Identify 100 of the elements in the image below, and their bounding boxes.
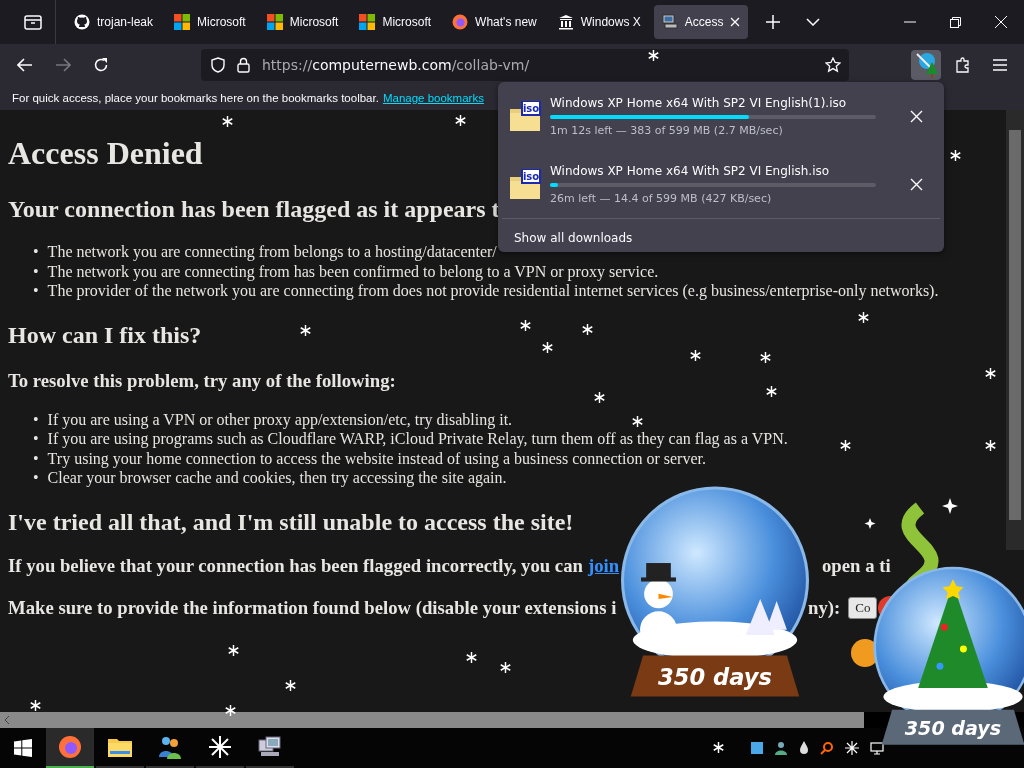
file-name[interactable]: Windows XP Home x64 With SP2 VI English.iso xyxy=(550,163,876,178)
fix-item: If you are using programs such as Cloudflare WARP, iCloud Private Relay, turn them off as they can flag as a VPN. xyxy=(47,429,788,449)
info-text-fragment: ny): xyxy=(808,596,841,619)
snowflake-icon xyxy=(985,440,996,451)
snowflake-icon xyxy=(500,662,511,673)
vertical-scrollbar[interactable] xyxy=(1006,110,1024,550)
snowflake-icon xyxy=(632,416,643,427)
browser-tab[interactable]: Microsoft xyxy=(166,5,254,39)
reason-item: The provider of the network you are connecting from does not provide residential internet services (e.g business/enterprise-only networks). xyxy=(47,281,939,301)
list-bullet: • xyxy=(33,242,39,262)
manage-bookmarks-link[interactable]: Manage bookmarks xyxy=(382,92,484,104)
copy-button[interactable]: Co xyxy=(848,596,878,619)
browser-tab[interactable]: Microsoft xyxy=(258,5,347,39)
folder-icon xyxy=(108,737,132,757)
close-icon[interactable] xyxy=(995,16,1007,28)
museum-icon xyxy=(557,14,574,30)
contact-text: If you believe that your connection has been flagged incorrectly, you can xyxy=(8,554,583,577)
close-tab-icon[interactable] xyxy=(730,17,741,27)
windows-start-icon[interactable] xyxy=(14,739,32,757)
asterisk-icon xyxy=(208,735,232,759)
tab-groups-icon[interactable] xyxy=(24,14,42,30)
list-bullet: • xyxy=(33,409,39,429)
microsoft-logo-icon xyxy=(359,14,376,30)
person-icon[interactable] xyxy=(774,741,788,755)
snowflake-icon xyxy=(648,50,659,61)
page-title: Access Denied xyxy=(8,135,203,172)
snowflake-icon xyxy=(520,320,531,331)
puzzle-piece-icon[interactable] xyxy=(955,57,971,73)
address-bar[interactable]: https://computernewb.com/collab-vm/ xyxy=(201,49,849,81)
chevron-down-icon[interactable] xyxy=(806,18,821,26)
snowflake-icon xyxy=(582,324,593,335)
snowflake-icon xyxy=(950,150,961,161)
cancel-icon[interactable] xyxy=(910,177,923,191)
snowflake-icon xyxy=(466,652,477,663)
list-bullet: • xyxy=(33,429,39,449)
snowflake-icon xyxy=(300,325,311,336)
subheading: To resolve this problem, try any of the following: xyxy=(8,369,396,392)
browser-tab[interactable]: Access xyxy=(653,5,749,39)
iso-label: iso xyxy=(522,103,540,114)
new-tab-icon[interactable] xyxy=(766,15,781,29)
snowflake-icon xyxy=(766,386,777,397)
snowflake-icon xyxy=(222,116,233,127)
section-heading: I've tried all that, and I'm still unable to access the site! xyxy=(8,507,574,536)
snowflake-icon xyxy=(30,700,41,711)
horizontal-scrollbar[interactable] xyxy=(0,712,864,728)
asterisk-icon[interactable] xyxy=(845,741,859,755)
droplet-icon[interactable] xyxy=(799,741,809,755)
browser-tab[interactable]: trojan-leak xyxy=(66,5,162,39)
github-icon xyxy=(74,14,90,30)
fix-item: Try using your home connection to access the website instead of using a business connection or server. xyxy=(47,448,706,468)
forward-arrow-icon[interactable] xyxy=(55,58,71,72)
globe-with-tree-icon xyxy=(913,50,939,80)
file-name[interactable]: Windows XP Home x64 With SP2 VI English(1).iso xyxy=(550,95,876,110)
microsoft-logo-icon xyxy=(174,14,191,30)
snowflake-icon xyxy=(840,440,851,451)
list-bullet: • xyxy=(33,261,39,281)
menu-icon[interactable] xyxy=(993,59,1007,71)
cancel-icon[interactable] xyxy=(910,109,923,123)
contact-text-fragment: open a ti xyxy=(822,554,891,577)
browser-tab[interactable]: What's new xyxy=(444,5,545,39)
list-bullet: • xyxy=(33,281,39,301)
reason-item: The network you are connecting from has been confirmed to belong to a VPN or proxy service. xyxy=(47,261,659,281)
firefox-taskbar-button[interactable] xyxy=(46,728,94,768)
info-text: Make sure to provide the information found below (disable your extensions i xyxy=(8,596,617,619)
monitor-icon[interactable] xyxy=(870,741,884,755)
fix-item: Clear your browser cache and cookies, then try accessing the site again. xyxy=(47,468,507,488)
bookmark-star-icon[interactable] xyxy=(825,57,841,73)
snowflake-icon xyxy=(713,742,724,753)
restore-icon[interactable] xyxy=(950,16,961,28)
url-text: https://computernewb.com/collab-vm/ xyxy=(262,57,530,73)
scroll-left-icon[interactable] xyxy=(4,716,10,724)
snowflake-icon xyxy=(690,350,701,361)
snowflake-icon xyxy=(542,342,553,353)
lock-icon[interactable] xyxy=(237,57,250,73)
magnifier-icon[interactable] xyxy=(820,741,834,755)
downloads-button[interactable] xyxy=(911,50,941,80)
browser-tab[interactable]: Microsoft xyxy=(351,5,440,39)
snowflake-icon xyxy=(985,368,996,379)
list-bullet: • xyxy=(33,468,39,488)
iso-label: iso xyxy=(522,171,540,182)
people-icon xyxy=(157,735,183,759)
shield-icon[interactable] xyxy=(211,57,225,73)
snowflake-icon xyxy=(455,115,466,126)
fix-item: If you are using a VPN or other proxy app/extension/etc, try disabling it. xyxy=(47,409,513,429)
download-status: 26m left — 14.4 of 599 MB (427 KB/sec) xyxy=(550,191,773,205)
firefox-icon xyxy=(452,14,469,30)
snowflake-icon xyxy=(858,312,869,323)
reload-icon[interactable] xyxy=(93,57,109,73)
back-arrow-icon[interactable] xyxy=(17,58,33,72)
section-heading: Your connection has been flagged as it appears t xyxy=(8,195,500,223)
download-status: 1m 12s left — 383 of 599 MB (2.7 MB/sec) xyxy=(550,123,784,137)
show-all-downloads-link[interactable]: Show all downloads xyxy=(506,231,633,245)
browser-tab[interactable]: Windows X xyxy=(549,5,649,39)
join-link[interactable]: join xyxy=(587,554,620,577)
list-bullet: • xyxy=(33,448,39,468)
scrollbar-thumb[interactable] xyxy=(1009,130,1021,520)
bookmarks-hint: For quick access, place your bookmarks here on the bookmarks toolbar. xyxy=(12,92,379,104)
section-heading: How can I fix this? xyxy=(8,320,202,349)
microsoft-logo-icon xyxy=(266,14,283,30)
computer-icon xyxy=(661,14,678,30)
